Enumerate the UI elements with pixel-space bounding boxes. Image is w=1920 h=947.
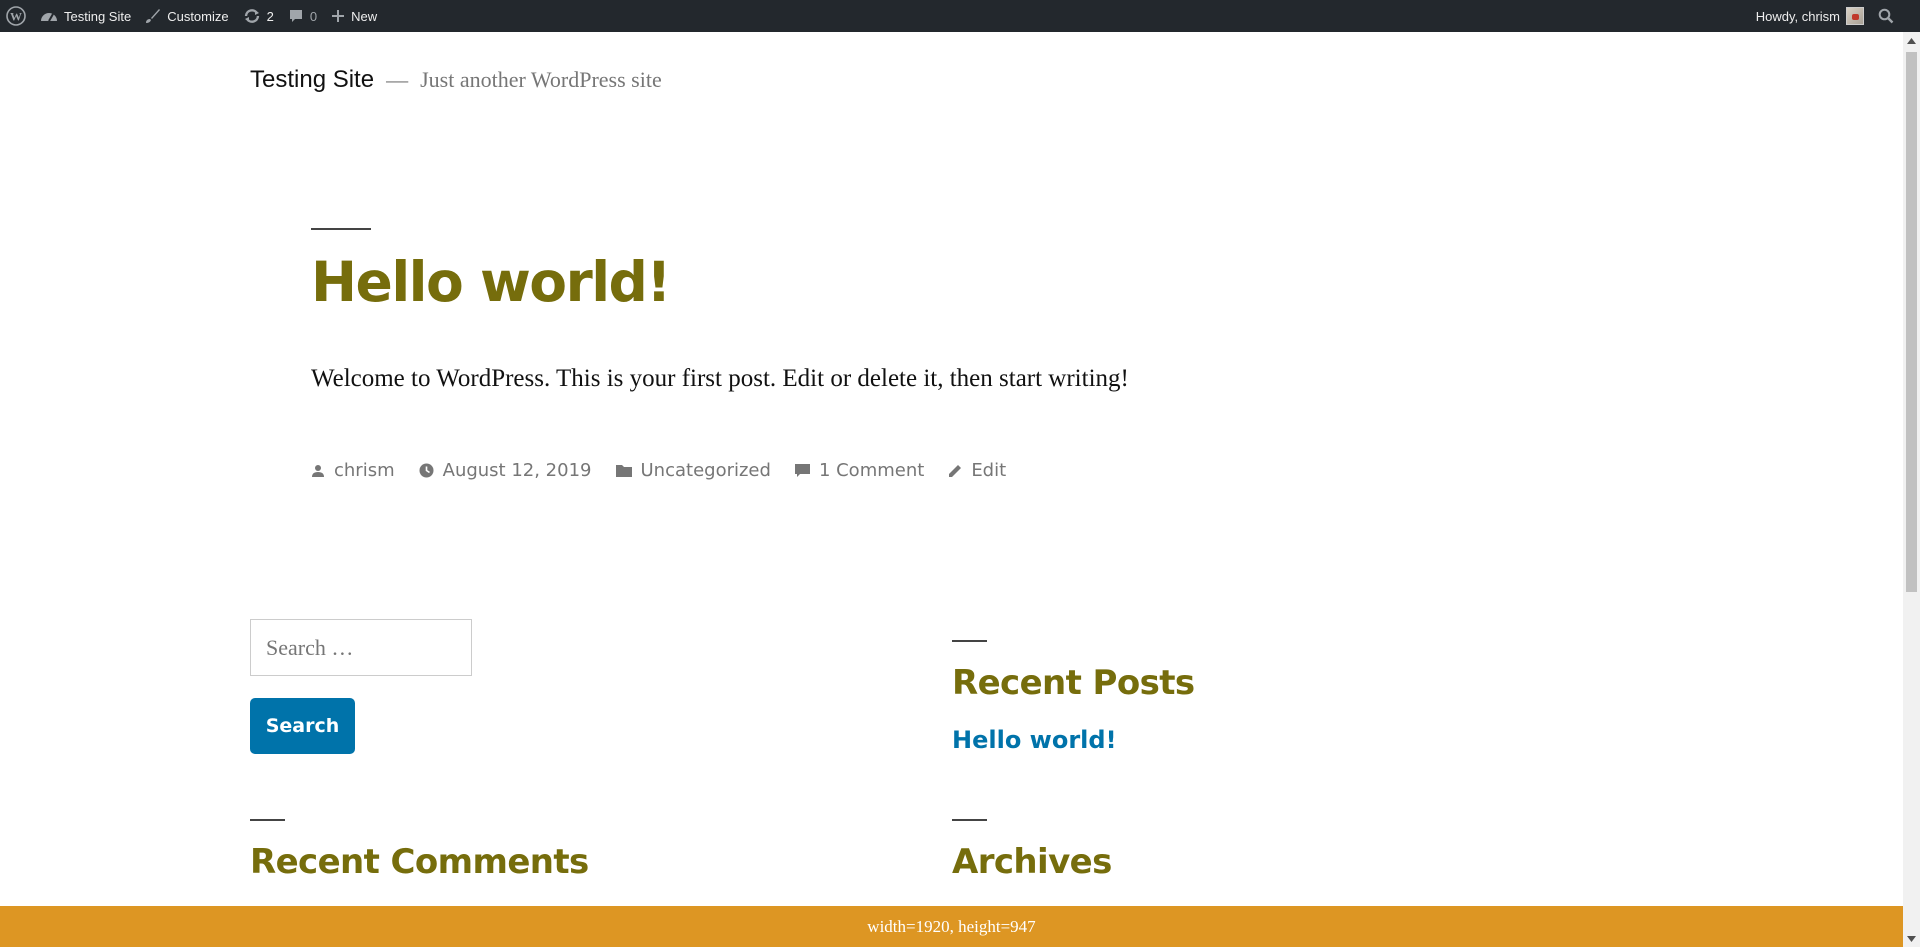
site-branding: Testing Site — Just another WordPress si… [250, 66, 662, 94]
site-description: Just another WordPress site [420, 67, 662, 92]
admin-search-button[interactable] [1871, 0, 1920, 32]
recent-posts-title: Recent Posts [952, 663, 1195, 703]
search-icon [1878, 8, 1894, 24]
post-author-link[interactable]: chrism [311, 460, 395, 481]
page-scrollbar[interactable] [1903, 32, 1920, 947]
pencil-icon [948, 464, 971, 478]
post-date-link[interactable]: August 12, 2019 [419, 460, 592, 481]
viewport-size-label: width=1920, height=947 [867, 916, 1036, 936]
post-author-label: chrism [334, 460, 395, 481]
plus-icon [331, 9, 345, 23]
folder-icon [615, 464, 641, 477]
updates-count: 2 [266, 8, 274, 24]
recent-posts-divider [952, 640, 987, 642]
post-category-link[interactable]: Uncategorized [615, 460, 771, 481]
archives-divider [952, 819, 987, 821]
customize-label: Customize [167, 8, 229, 24]
scroll-up-arrow-icon[interactable] [1903, 32, 1920, 49]
admin-bar-left: W Testing Site Customize 2 0 New [0, 0, 384, 32]
svg-text:W: W [10, 10, 22, 24]
post-edit-link[interactable]: Edit [948, 460, 1006, 481]
post-comments-label: 1 Comment [818, 460, 925, 481]
wordpress-logo-menu[interactable]: W [0, 0, 33, 32]
admin-bar: W Testing Site Customize 2 0 New Howdy, … [0, 0, 1920, 32]
updates-menu[interactable]: 2 [236, 0, 281, 32]
updates-icon [243, 8, 261, 24]
post-comments-link[interactable]: 1 Comment [794, 460, 925, 481]
site-title[interactable]: Testing Site [250, 66, 374, 94]
viewport-size-bar: width=1920, height=947 [0, 906, 1903, 947]
entry-title-divider [311, 228, 371, 230]
search-button[interactable]: Search [250, 698, 355, 754]
dashboard-icon [40, 9, 58, 23]
new-content-menu[interactable]: New [324, 0, 384, 32]
search-input[interactable] [250, 619, 472, 676]
entry-meta: chrism August 12, 2019 Uncategorized 1 C… [311, 460, 1030, 481]
recent-post-link[interactable]: Hello world! [952, 726, 1117, 754]
post-edit-label: Edit [971, 460, 1007, 481]
entry-title[interactable]: Hello world! [311, 250, 672, 314]
my-account-menu[interactable]: Howdy, chrism [1749, 0, 1871, 32]
recent-comments-title: Recent Comments [250, 842, 589, 882]
howdy-label: Howdy, chrism [1755, 8, 1840, 24]
site-title-separator: — [386, 67, 409, 92]
clock-icon [419, 463, 443, 478]
scroll-down-arrow-icon[interactable] [1903, 930, 1920, 947]
comment-bubble-icon [288, 8, 304, 24]
entry-content: Welcome to WordPress. This is your first… [311, 365, 1129, 392]
scrollbar-thumb[interactable] [1906, 52, 1917, 592]
archives-title: Archives [952, 842, 1112, 882]
customize-menu[interactable]: Customize [138, 0, 235, 32]
new-label: New [351, 8, 378, 24]
brush-icon [145, 8, 161, 24]
post-category-label: Uncategorized [640, 460, 771, 481]
wordpress-logo-icon: W [6, 6, 26, 26]
recent-comments-divider [250, 819, 285, 821]
site-name-label: Testing Site [64, 8, 132, 24]
avatar [1846, 7, 1864, 25]
site-name-menu[interactable]: Testing Site [33, 0, 138, 32]
admin-bar-right: Howdy, chrism [1749, 0, 1920, 32]
post-date-label: August 12, 2019 [442, 460, 592, 481]
comment-icon [794, 463, 819, 478]
comments-count: 0 [309, 8, 318, 24]
person-icon [311, 464, 334, 478]
comments-menu[interactable]: 0 [281, 0, 324, 32]
